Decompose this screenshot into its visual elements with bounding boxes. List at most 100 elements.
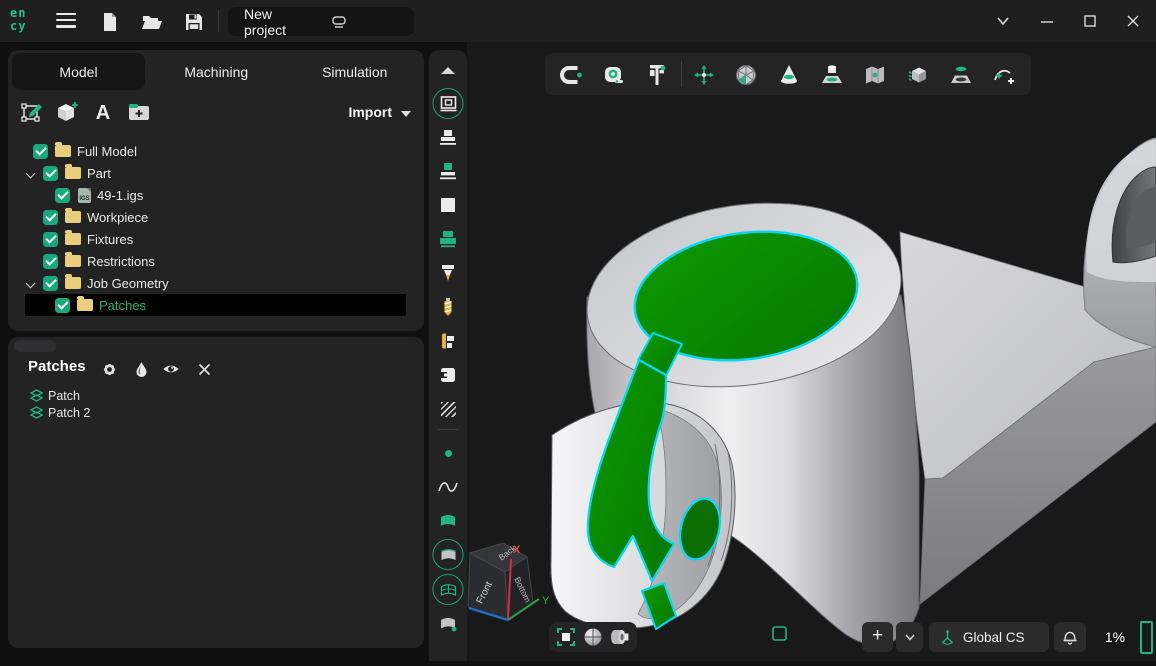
view-cube[interactable]: Back Front Bottom X Y	[468, 542, 550, 620]
app-window: { "colors": { "accent": "#1db583", "patc…	[0, 0, 1156, 661]
close-button[interactable]	[1116, 0, 1150, 42]
tree-row-fixtures[interactable]: Fixtures	[25, 228, 406, 250]
shaded-view-button[interactable]	[582, 626, 604, 648]
unwrap-map-button[interactable]	[862, 62, 888, 88]
tree-row-restrictions[interactable]: Restrictions	[25, 250, 406, 272]
workpiece-icon	[441, 198, 455, 212]
snap-magnet-button[interactable]	[558, 62, 584, 88]
panel-tabs: Model Machining Simulation	[8, 50, 424, 94]
hatch-icon	[441, 402, 456, 417]
new-file-button[interactable]	[96, 8, 124, 36]
surface-mesh-button[interactable]	[433, 574, 464, 605]
part-button[interactable]	[434, 123, 462, 151]
fit-view-button[interactable]	[555, 626, 577, 648]
project-name: New project	[228, 6, 315, 38]
part-workpiece-button[interactable]	[434, 157, 462, 185]
move-point-button[interactable]	[691, 62, 717, 88]
hatch-pattern-button[interactable]	[434, 395, 462, 423]
surface-icon	[438, 513, 458, 529]
workpiece-button[interactable]	[434, 191, 462, 219]
project-name-field[interactable]: New project	[228, 7, 414, 36]
toolbar-divider	[218, 10, 219, 32]
toolbar-divider	[437, 429, 459, 430]
panel-drag-handle[interactable]	[14, 340, 56, 352]
checkbox-checked[interactable]	[43, 276, 58, 291]
maximize-button[interactable]	[1073, 0, 1107, 42]
drill-button[interactable]	[434, 293, 462, 321]
checkbox-checked[interactable]	[43, 232, 58, 247]
sketch-edit-button[interactable]	[20, 99, 46, 125]
checkbox-checked[interactable]	[55, 298, 70, 313]
workpiece-active-button[interactable]	[434, 225, 462, 253]
mesh-sphere-button[interactable]	[733, 62, 759, 88]
point-icon	[445, 450, 452, 457]
patch-list-item[interactable]: Patch 2	[8, 404, 424, 421]
tab-model[interactable]: Model	[12, 53, 145, 90]
notifications-button[interactable]	[1054, 622, 1086, 652]
expander-chevron-icon[interactable]	[26, 169, 36, 179]
caliper-button[interactable]	[644, 62, 670, 88]
checkbox-checked[interactable]	[43, 166, 58, 181]
patch-icon	[30, 406, 43, 419]
solid-box-button[interactable]	[905, 62, 931, 88]
titlebar-collapse-button[interactable]	[986, 0, 1020, 42]
visibility-button[interactable]	[162, 360, 180, 378]
expander-chevron-icon[interactable]	[26, 279, 36, 289]
tree-row-full-model[interactable]: Full Model	[25, 140, 406, 162]
tree-row-job-geometry[interactable]: Job Geometry	[25, 272, 406, 294]
checkbox-checked[interactable]	[43, 210, 58, 225]
add-cs-button[interactable]: +	[862, 622, 893, 652]
coordinate-system-icon	[939, 629, 956, 646]
nc-program-button[interactable]	[434, 361, 462, 389]
checkbox-checked[interactable]	[43, 254, 58, 269]
tab-simulation[interactable]: Simulation	[286, 50, 425, 94]
tree-row-patches-selected[interactable]: Patches	[25, 294, 406, 316]
zoom-level: 1%	[1097, 622, 1133, 652]
caliper-icon	[645, 63, 669, 87]
menu-hamburger-icon[interactable]	[56, 13, 76, 29]
surface-view-button[interactable]	[433, 539, 464, 570]
viewport-3d-model[interactable]: Back Front Bottom X Y	[467, 42, 1156, 661]
checkbox-checked[interactable]	[33, 144, 48, 159]
folder-icon	[65, 277, 81, 289]
import-folder-icon	[127, 100, 151, 124]
add-solid-button[interactable]	[54, 99, 80, 125]
global-cs-button[interactable]: Global CS	[929, 622, 1049, 652]
save-button[interactable]	[180, 8, 208, 36]
curve-create-button[interactable]	[991, 62, 1017, 88]
chevron-down-icon	[994, 12, 1012, 30]
app-logo[interactable]: en cy	[10, 7, 40, 35]
patch-list-item[interactable]: Patch	[8, 387, 424, 404]
curve-icon	[437, 478, 459, 496]
import-folder-button[interactable]	[126, 99, 152, 125]
text-annotation-button[interactable]: A	[90, 99, 116, 125]
tool-button[interactable]	[434, 259, 462, 287]
tab-machining[interactable]: Machining	[147, 50, 286, 94]
machine-button[interactable]	[433, 88, 464, 119]
open-file-button[interactable]	[138, 8, 166, 36]
settings-button[interactable]	[100, 360, 118, 378]
viewport-3d[interactable]: Back Front Bottom X Y	[467, 42, 1156, 661]
point-button[interactable]	[434, 439, 462, 467]
tree-row-igs-file[interactable]: IGS 49-1.igs	[25, 184, 406, 206]
curve-button[interactable]	[434, 473, 462, 501]
tree-row-part[interactable]: Part	[25, 162, 406, 184]
surface-point-button[interactable]	[434, 610, 462, 638]
cs-dropdown-button[interactable]	[896, 622, 923, 652]
cone-projection-button[interactable]	[776, 62, 802, 88]
turning-view-button[interactable]	[609, 626, 631, 648]
checkbox-checked[interactable]	[55, 188, 70, 203]
minimize-button[interactable]	[1030, 0, 1064, 42]
import-dropdown-icon[interactable]	[401, 111, 411, 117]
collapse-up-button[interactable]	[434, 56, 462, 84]
surface-button[interactable]	[434, 507, 462, 535]
extrude-face-button[interactable]	[819, 62, 845, 88]
import-label[interactable]: Import	[348, 104, 392, 120]
model-panel: Model Machining Simulation A	[8, 50, 424, 331]
hole-projection-button[interactable]	[948, 62, 974, 88]
material-button[interactable]	[132, 360, 150, 378]
tool-holder-button[interactable]	[434, 327, 462, 355]
close-panel-button[interactable]	[195, 360, 213, 378]
measure-tape-button[interactable]	[601, 62, 627, 88]
tree-row-workpiece[interactable]: Workpiece	[25, 206, 406, 228]
